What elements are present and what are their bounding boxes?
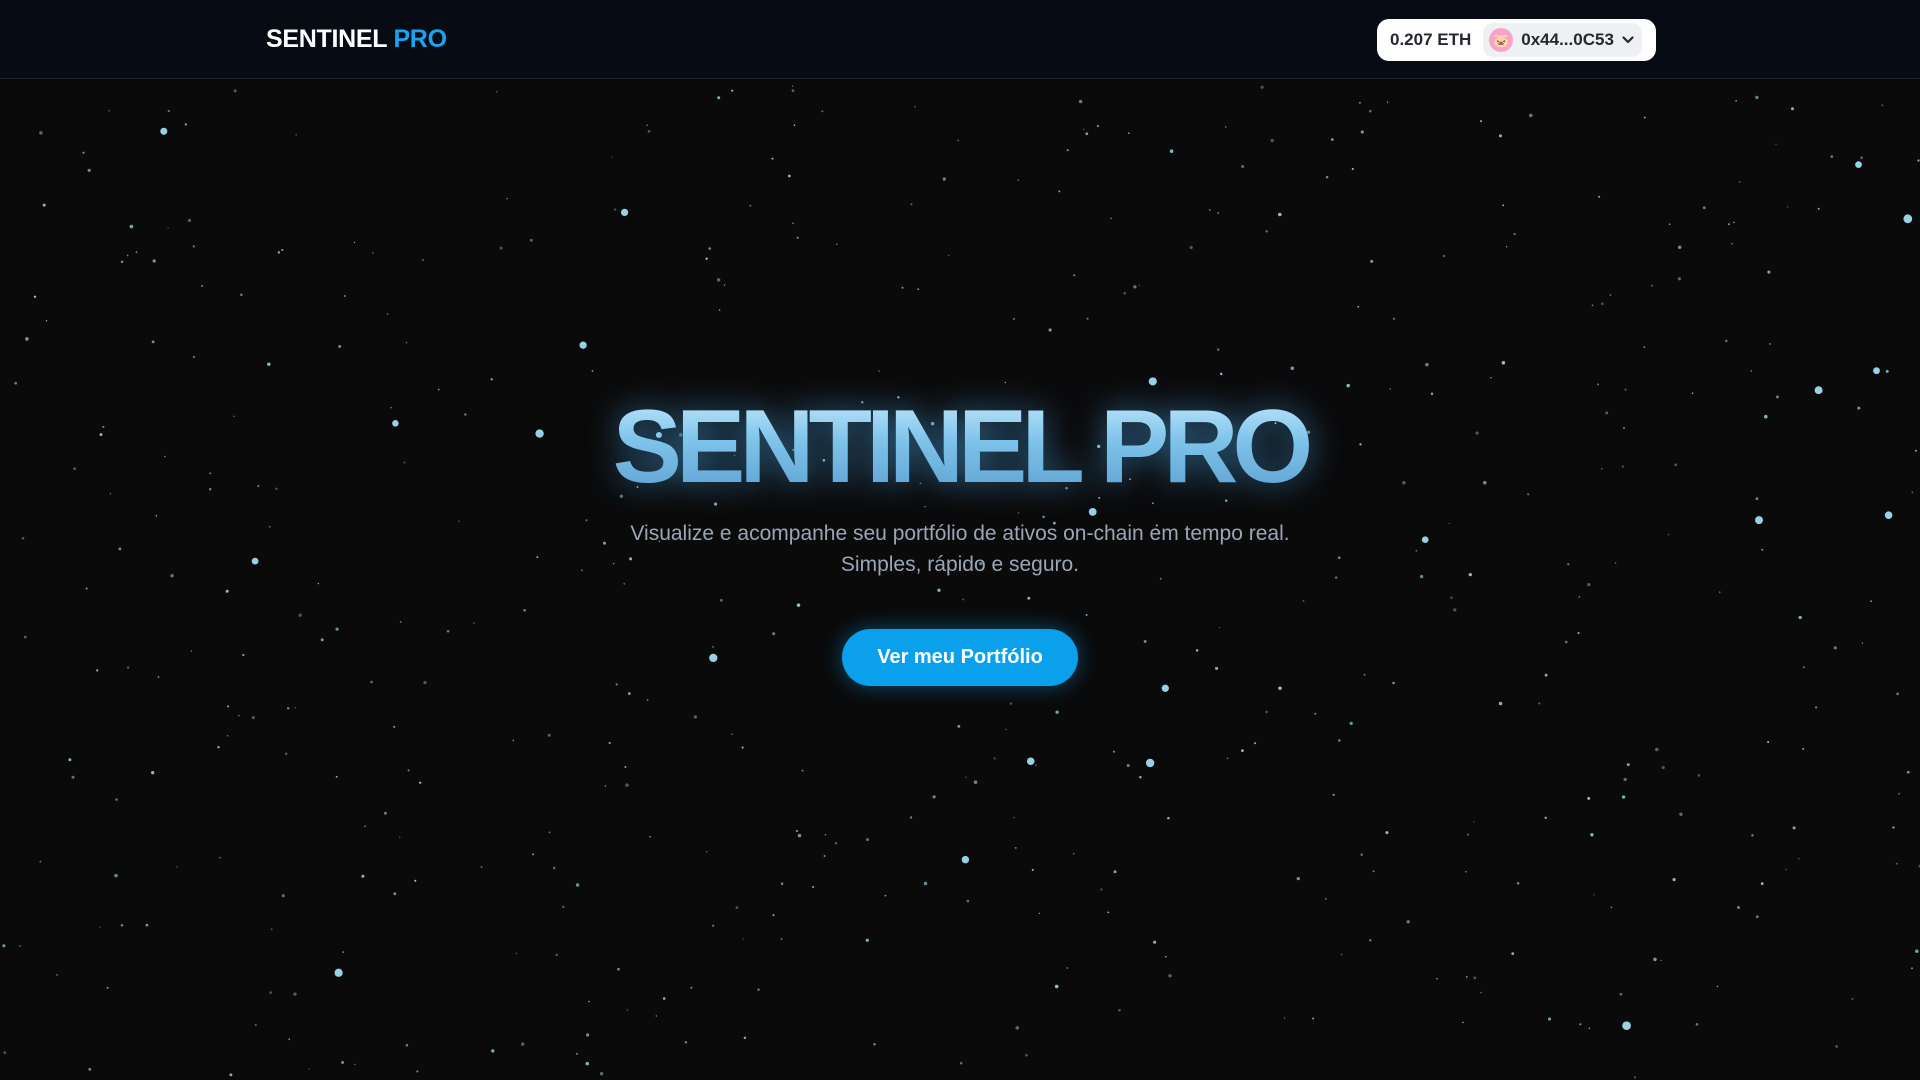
view-portfolio-button[interactable]: Ver meu Portfólio [842,629,1078,686]
top-navbar: SENTINEL PRO 0.207 ETH 🐷 0x44...0C53 [0,0,1920,79]
hero-subtitle-line2: Simples, rápido e seguro. [840,553,1080,576]
brand-logo[interactable]: SENTINEL PRO [266,25,447,54]
brand-accent: PRO [393,25,447,53]
brand-name: SENTINEL [266,25,387,53]
account-button[interactable]: 🐷 0x44...0C53 [1483,23,1642,57]
chevron-down-icon [1620,32,1636,48]
hero-title: SENTINEL PRO [0,390,1920,505]
page: SENTINEL PRO 0.207 ETH 🐷 0x44...0C53 SEN… [0,0,1920,1080]
wallet-balance[interactable]: 0.207 ETH [1390,30,1471,50]
pig-emoji-icon: 🐷 [1489,28,1514,52]
hero-subtitle: Visualize e acompanhe seu portfólio de a… [0,518,1920,580]
wallet-connect-widget: 0.207 ETH 🐷 0x44...0C53 [1377,19,1656,61]
wallet-address: 0x44...0C53 [1521,30,1614,49]
hero-subtitle-line1: Visualize e acompanhe seu portfólio de a… [630,522,1290,545]
hero-section: SENTINEL PRO Visualize e acompanhe seu p… [0,0,1920,1080]
